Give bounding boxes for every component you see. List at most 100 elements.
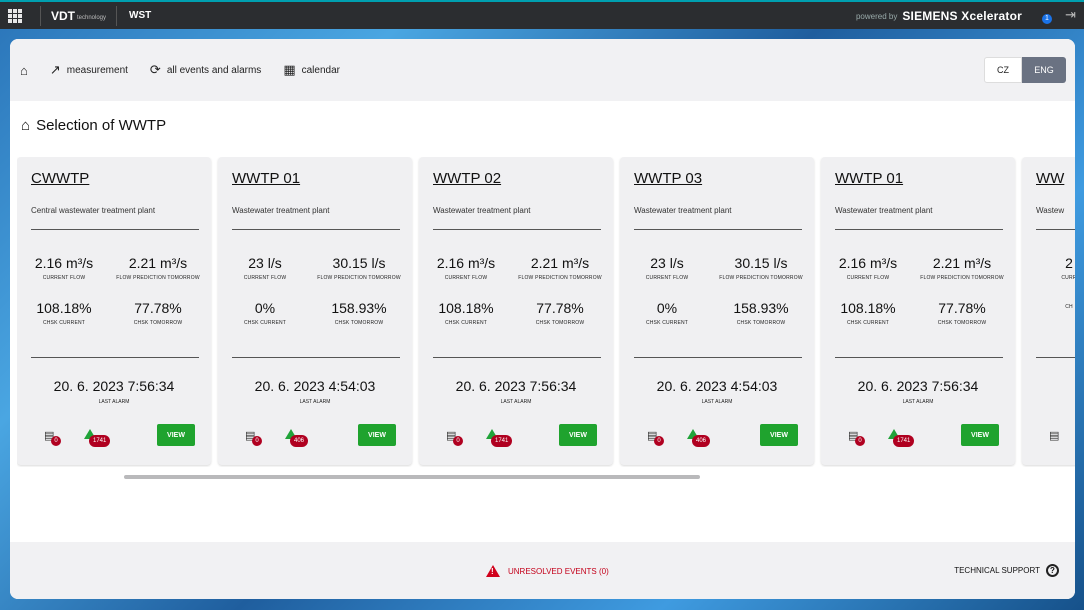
divider (634, 357, 802, 358)
technical-support-link[interactable]: TECHNICAL SUPPORT ? (954, 564, 1059, 577)
plant-title[interactable]: CWWTP (31, 170, 89, 187)
calendar-icon: ▦ (283, 62, 296, 77)
plant-card: WWTP 02 Wastewater treatment plant 2.16 … (419, 157, 613, 465)
chsk-current-label: CHSK CURRENT (846, 320, 890, 326)
calendar-count-badge: 0 (51, 436, 61, 446)
logout-icon[interactable]: ⇥ (1065, 7, 1076, 23)
home-button[interactable]: ⌂ (20, 63, 28, 78)
chsk-current: 108.18% CHSK CURRENT (19, 300, 109, 326)
notification-badge: 1 (1042, 14, 1052, 24)
vdt-logo[interactable]: VDT technology (40, 5, 116, 26)
lang-eng-button[interactable]: ENG (1022, 57, 1066, 83)
current-flow-value: 23 l/s (248, 255, 282, 271)
current-flow: 23 l/s CURRENT FLOW (220, 255, 310, 281)
nav-measurement-label: measurement (66, 64, 128, 76)
help-icon: ? (1046, 564, 1059, 577)
current-flow-label: CURRENT FLOW (846, 275, 890, 281)
plant-title[interactable]: WWTP 03 (634, 170, 702, 187)
plant-card: WW Wastew 2 CURR CH 2 ▤ (1022, 157, 1075, 465)
lang-cz-button[interactable]: CZ (984, 57, 1022, 83)
last-alarm-date: 20. 6. 2023 7:56:34 (455, 378, 577, 394)
notification-icon[interactable]: 1 (1034, 8, 1052, 24)
chsk-tomorrow-value: 158.93% (733, 300, 789, 316)
chsk-current-value: 108.18% (840, 300, 896, 316)
calendar-count-badge: 0 (252, 436, 262, 446)
divider (232, 229, 400, 230)
last-alarm-date: 20. 6. 2023 7:56:34 (857, 378, 979, 394)
measurement-icon: ↗ (49, 62, 61, 77)
nav-measurement[interactable]: ↗ measurement (50, 62, 128, 78)
home-icon: ⌂ (20, 62, 28, 78)
divider (31, 229, 199, 230)
flow-prediction-label: FLOW PREDICTION TOMORROW (116, 275, 200, 281)
calendar-event-icon[interactable]: ▤ (1049, 429, 1059, 442)
app-name[interactable]: WST (116, 5, 151, 26)
divider (634, 229, 802, 230)
chsk-tomorrow: 77.78% CHSK TOMORROW (515, 300, 605, 326)
view-button[interactable]: VIEW (760, 424, 798, 446)
current-flow: 2.16 m³/s CURRENT FLOW (421, 255, 511, 281)
last-alarm-label: LAST ALARM (98, 399, 130, 405)
chsk-tomorrow-label: CHSK TOMORROW (937, 320, 987, 326)
flow-prediction-value: 30.15 l/s (734, 255, 788, 271)
view-button[interactable]: VIEW (961, 424, 999, 446)
flow-prediction: 2.21 m³/s FLOW PREDICTION TOMORROW (917, 255, 1007, 281)
chsk-tomorrow: 158.93% CHSK TOMORROW (716, 300, 806, 326)
divider (835, 357, 1003, 358)
last-alarm-label: LAST ALARM (701, 399, 733, 405)
current-flow-label: CURRENT FLOW (444, 275, 488, 281)
language-switch: CZ ENG (984, 57, 1066, 83)
page-title: ⌂ Selection of WWTP (21, 117, 166, 134)
plant-subtitle: Wastewater treatment plant (433, 206, 531, 215)
current-flow: 2 CURR (1024, 255, 1075, 281)
app-grid-icon[interactable] (8, 8, 22, 23)
page-title-text: Selection of WWTP (36, 117, 167, 134)
horizontal-scrollbar[interactable] (124, 475, 700, 479)
plant-subtitle: Wastewater treatment plant (232, 206, 330, 215)
flow-prediction-value: 2.21 m³/s (530, 255, 590, 271)
logo-sub: technology (77, 14, 107, 21)
plant-subtitle: Wastew (1036, 206, 1065, 215)
top-bar: VDT technology WST powered by SIEMENS Xc… (0, 0, 1084, 29)
current-flow-value: 2.16 m³/s (838, 255, 898, 271)
plant-title[interactable]: WWTP 02 (433, 170, 501, 187)
current-flow-label: CURR (1061, 275, 1075, 281)
chsk-tomorrow-value: 77.78% (134, 300, 182, 316)
chsk-tomorrow-value: 77.78% (938, 300, 986, 316)
powered-by: powered by SIEMENS Xcelerator (856, 9, 1022, 23)
last-alarm-label: LAST ALARM (299, 399, 331, 405)
plant-subtitle: Wastewater treatment plant (634, 206, 732, 215)
divider (1036, 229, 1075, 230)
chsk-tomorrow-value: 158.93% (331, 300, 387, 316)
chsk-current-label: CH (1065, 304, 1073, 310)
divider (1036, 357, 1075, 358)
divider (433, 229, 601, 230)
view-button[interactable]: VIEW (559, 424, 597, 446)
chsk-tomorrow: 77.78% CHSK TOMORROW (917, 300, 1007, 326)
flow-prediction-value: 2.21 m³/s (128, 255, 188, 271)
flow-prediction: 30.15 l/s FLOW PREDICTION TOMORROW (716, 255, 806, 281)
plant-title[interactable]: WWTP 01 (232, 170, 300, 187)
divider (433, 357, 601, 358)
technical-support-label: TECHNICAL SUPPORT (954, 566, 1040, 575)
chsk-current-value: 0% (254, 300, 276, 316)
flow-prediction: 30.15 l/s FLOW PREDICTION TOMORROW (314, 255, 404, 281)
chsk-current: 108.18% CHSK CURRENT (823, 300, 913, 326)
calendar-count-badge: 0 (654, 436, 664, 446)
alarm-count-badge: 1741 (89, 435, 111, 447)
alarm-count-badge: 1741 (491, 435, 513, 447)
plant-card: WWTP 01 Wastewater treatment plant 23 l/… (218, 157, 412, 465)
plant-subtitle: Wastewater treatment plant (835, 206, 933, 215)
nav-events[interactable]: ⟳ all events and alarms (150, 62, 261, 78)
plant-card: CWWTP Central wastewater treatment plant… (17, 157, 211, 465)
view-button[interactable]: VIEW (358, 424, 396, 446)
chsk-current-label: CHSK CURRENT (444, 320, 488, 326)
alarm-count-badge: 406 (290, 435, 309, 447)
plant-title[interactable]: WWTP 01 (835, 170, 903, 187)
unresolved-events-link[interactable]: UNRESOLVED EVENTS (0) (486, 565, 609, 577)
nav-calendar[interactable]: ▦ calendar (283, 62, 340, 78)
chsk-current: 0% CHSK CURRENT (220, 300, 310, 326)
plant-title[interactable]: WW (1036, 170, 1064, 187)
flow-prediction-label: FLOW PREDICTION TOMORROW (317, 275, 401, 281)
view-button[interactable]: VIEW (157, 424, 195, 446)
